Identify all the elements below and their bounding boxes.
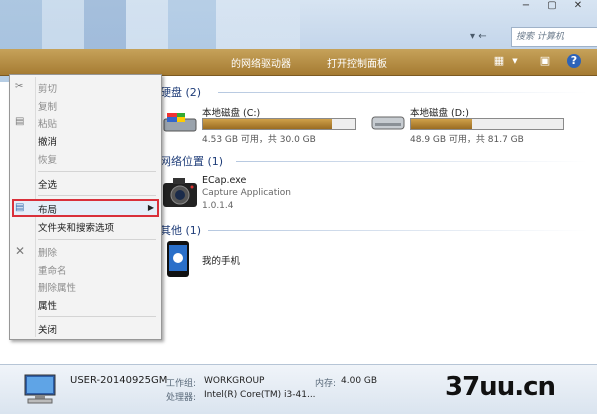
section-title-other: 其他 (1) <box>160 224 202 237</box>
menu-separator <box>38 195 156 196</box>
view-icon[interactable]: ▦ <box>492 54 506 68</box>
drive-usage-bar <box>202 118 356 130</box>
drive-usage-bar <box>410 118 564 130</box>
drive-usage-fill <box>203 119 333 129</box>
drive-space-text: 48.9 GB 可用，共 81.7 GB <box>410 135 524 145</box>
cpu-label: 处理器: <box>166 393 197 403</box>
delete-icon: ✕ <box>15 244 26 258</box>
menu-item-paste[interactable]: 粘贴 <box>38 116 57 130</box>
menu-item-rename[interactable]: 重命名 <box>38 263 67 277</box>
chevron-down-icon[interactable]: ▼ <box>508 54 522 68</box>
menu-separator <box>38 171 156 172</box>
scissors-icon: ✂ <box>15 81 24 92</box>
menu-item-close[interactable]: 关闭 <box>38 322 57 336</box>
window-controls: − ▢ ✕ <box>513 0 591 14</box>
section-title-network: 网络位置 (1) <box>160 155 224 168</box>
submenu-arrow-icon: ▶ <box>147 203 154 212</box>
workgroup-value: WORKGROUP <box>204 376 265 386</box>
open-control-panel-button[interactable]: 打开控制面板 <box>327 55 387 70</box>
memory-label: 内存: <box>315 379 337 389</box>
menu-item-layout-highlight <box>12 199 159 217</box>
computer-icon <box>24 374 56 404</box>
help-icon[interactable]: ? <box>567 54 581 68</box>
content-pane: 硬盘 (2) 本地磁盘 (C:) 4.53 GB 可用，共 30.0 GB 本地… <box>158 76 596 364</box>
section-divider <box>208 230 588 231</box>
refresh-dropdown-icon[interactable]: ▾ ← <box>470 31 487 42</box>
menu-item-select-all[interactable]: 全选 <box>38 177 57 191</box>
computer-name: USER-20140925GM <box>70 375 168 386</box>
menu-item-redo[interactable]: 恢复 <box>38 152 57 166</box>
menu-separator <box>38 316 156 317</box>
hard-drive-icon <box>163 113 197 132</box>
drive-label: 本地磁盘 (D:) <box>410 108 469 119</box>
watermark: 37uu.cn <box>445 372 556 402</box>
workgroup-label: 工作组: <box>166 379 197 389</box>
map-network-drive-button[interactable]: 的网络驱动器 <box>231 55 291 70</box>
section-divider <box>218 92 588 93</box>
context-menu: ✂ 剪切 复制 ▤ 粘贴 撤消 恢复 全选 ▤ 布局 ▶ 文件夹和搜索选项 ✕ … <box>9 74 162 340</box>
menu-item-layout[interactable]: 布局 <box>38 202 57 216</box>
menu-item-copy[interactable]: 复制 <box>38 99 57 113</box>
memory-value: 4.00 GB <box>341 376 378 386</box>
app-description: Capture Application <box>202 188 291 198</box>
drive-space-text: 4.53 GB 可用，共 30.0 GB <box>202 135 316 145</box>
menu-item-delete[interactable]: 删除 <box>38 245 57 259</box>
cpu-value: Intel(R) Core(TM) i3-41... <box>204 390 316 400</box>
close-button[interactable]: ✕ <box>565 0 591 14</box>
search-input[interactable]: 搜索 计算机 <box>511 27 597 47</box>
hard-drive-icon <box>371 116 405 130</box>
section-title-drives: 硬盘 (2) <box>160 86 202 99</box>
menu-item-properties[interactable]: 属性 <box>38 298 57 312</box>
menu-separator <box>38 239 156 240</box>
menu-item-cut[interactable]: 剪切 <box>38 81 57 95</box>
maximize-button[interactable]: ▢ <box>539 0 565 14</box>
section-divider <box>236 161 588 162</box>
camera-icon <box>163 178 197 207</box>
layout-icon: ▤ <box>15 202 25 213</box>
app-name: ECap.exe <box>202 175 247 186</box>
menu-item-undo[interactable]: 撤消 <box>38 134 57 148</box>
drive-label: 本地磁盘 (C:) <box>202 108 261 119</box>
phone-icon <box>167 241 189 277</box>
clipboard-icon: ▤ <box>15 116 25 127</box>
minimize-button[interactable]: − <box>513 0 539 14</box>
drive-usage-fill <box>411 119 472 129</box>
command-bar: 的网络驱动器 打开控制面板 ▦ ▼ ▣ ? <box>0 49 597 76</box>
preview-pane-icon[interactable]: ▣ <box>538 54 552 68</box>
menu-item-remove-properties[interactable]: 删除属性 <box>38 280 76 294</box>
app-version: 1.0.1.4 <box>202 201 234 211</box>
menu-item-folder-options[interactable]: 文件夹和搜索选项 <box>38 220 114 234</box>
phone-label: 我的手机 <box>202 256 241 267</box>
